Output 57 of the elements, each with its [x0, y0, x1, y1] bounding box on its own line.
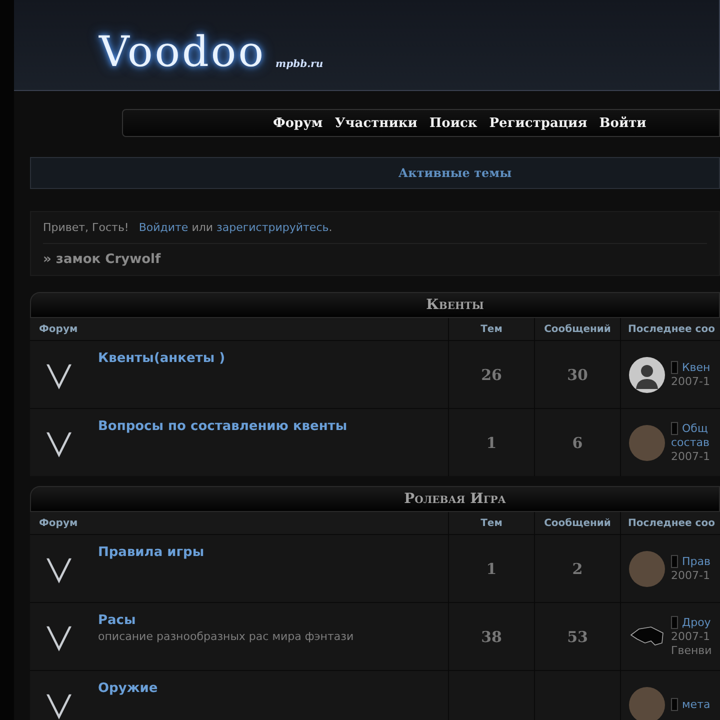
nav-link[interactable]: Регистрация: [489, 116, 588, 130]
last-post-link[interactable]: Дроу: [682, 616, 711, 630]
last-post-link[interactable]: состав: [671, 436, 710, 450]
category-title: Квенты: [426, 297, 484, 313]
breadcrumb[interactable]: » замок Crywolf: [43, 244, 707, 275]
last-post-date: 2007-1: [671, 450, 710, 464]
site-domain: mpbb.ru: [276, 59, 324, 70]
login-prompt: Войдите или зарегистрируйтесь.: [138, 221, 332, 234]
topic-count: 38: [481, 628, 502, 646]
forum-title-link[interactable]: Правила игры: [98, 545, 204, 560]
nav-link[interactable]: Участники: [334, 116, 418, 130]
topic-count: 1: [486, 560, 497, 578]
nav-link[interactable]: Войти: [599, 116, 646, 130]
forum-title-link[interactable]: Расы: [98, 613, 354, 628]
column-header: Последнее соо: [621, 318, 720, 340]
column-header: Сообщений: [535, 318, 620, 340]
last-post-link[interactable]: Прав: [682, 554, 710, 568]
column-header: Тем: [449, 512, 534, 534]
post-count: 30: [567, 366, 588, 384]
column-header: Последнее соо: [621, 512, 720, 534]
column-header: Форум: [30, 512, 448, 534]
register-link[interactable]: зарегистрируйтесь: [216, 221, 329, 234]
last-post-date: 2007-1: [671, 568, 710, 582]
category-title: Ролевая Игра: [404, 491, 506, 507]
post-icon: [671, 698, 678, 711]
column-header: Тем: [449, 318, 534, 340]
forum-title-link[interactable]: Квенты(анкеты ): [98, 351, 226, 366]
greeting-text: Привет, Гость!: [43, 221, 129, 234]
avatar-photo-placeholder: [629, 550, 665, 586]
last-post-date: 2007-1: [671, 374, 710, 388]
post-icon: [671, 555, 678, 568]
topic-count: 1: [486, 434, 497, 452]
post-count: 53: [567, 628, 588, 646]
avatar-photo-placeholder: [629, 686, 665, 720]
post-count: 6: [572, 434, 583, 452]
last-post-link[interactable]: Общ: [682, 422, 708, 436]
login-link[interactable]: Войдите: [138, 221, 188, 234]
site-logo[interactable]: Voodoo: [99, 27, 266, 76]
post-icon: [671, 422, 678, 435]
last-post-date: 2007-1: [671, 630, 711, 644]
nav-link[interactable]: Форум: [273, 116, 323, 130]
last-post-link[interactable]: мета: [682, 698, 710, 712]
last-post-author: Гвенви: [671, 644, 712, 658]
forum-title-link[interactable]: Вопросы по составлению квенты: [98, 419, 348, 434]
forum-description: описание разнообразных рас мира фэнтази: [98, 630, 354, 643]
avatar-photo-placeholder: [629, 424, 665, 460]
post-icon: [671, 616, 678, 629]
nav-link[interactable]: Поиск: [429, 116, 478, 130]
column-header: Сообщений: [535, 512, 620, 534]
post-count: 2: [572, 560, 583, 578]
topic-count: 26: [481, 366, 502, 384]
column-header: Форум: [30, 318, 448, 340]
post-icon: [671, 361, 678, 374]
forum-title-link[interactable]: Оружие: [98, 681, 158, 696]
avatar-silhouette-icon: [629, 356, 665, 392]
active-topics-link[interactable]: Активные темы: [398, 166, 512, 180]
last-post-link[interactable]: Квен: [682, 360, 710, 374]
